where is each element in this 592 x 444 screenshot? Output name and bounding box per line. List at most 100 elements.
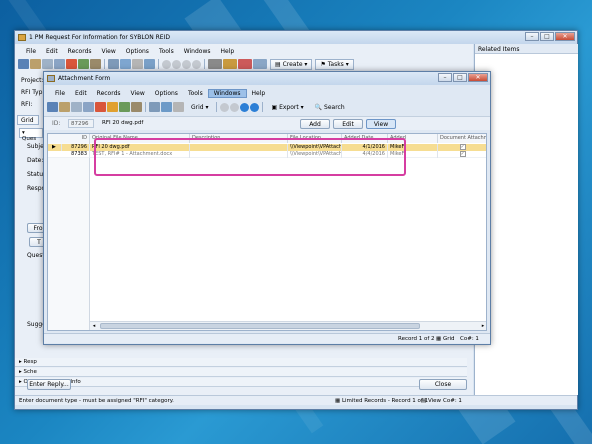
- main-menu-edit[interactable]: Edit: [41, 48, 63, 55]
- last-record-icon[interactable]: [192, 59, 201, 69]
- main-title-bar: 1 PM Request For Information for SYBLON …: [15, 31, 577, 44]
- main-toolbar: ▤ Create ▾ ⚑ Tasks ▾: [15, 57, 473, 71]
- attach-menu-file[interactable]: File: [50, 90, 70, 97]
- scroll-right-icon[interactable]: ▸: [479, 322, 486, 330]
- attach-menu-windows[interactable]: Windows: [207, 88, 247, 98]
- main-menu-tools[interactable]: Tools: [154, 48, 179, 55]
- attachment-title-bar: Attachment Form: [44, 72, 490, 85]
- attach-refresh-icon[interactable]: [119, 102, 130, 112]
- main-menu-bar: File Edit Records View Options Tools Win…: [15, 46, 473, 56]
- attach-print-icon[interactable]: [173, 102, 184, 112]
- main-menu-records[interactable]: Records: [63, 48, 97, 55]
- cell-id[interactable]: 87296: [62, 144, 90, 151]
- refresh-icon[interactable]: [78, 59, 89, 69]
- pm-icon[interactable]: [223, 59, 237, 69]
- attach-menu-help[interactable]: Help: [247, 90, 271, 97]
- folder-icon[interactable]: [30, 59, 41, 69]
- main-menu-view[interactable]: View: [97, 48, 121, 55]
- new-record-icon[interactable]: [18, 59, 29, 69]
- tab-grid[interactable]: Grid: [17, 115, 39, 125]
- section-schedule[interactable]: ▸ Sche: [15, 368, 467, 377]
- section-other-reference[interactable]: ▸ Other Reference Info: [15, 378, 467, 387]
- save-icon[interactable]: [54, 59, 65, 69]
- close-button[interactable]: Close: [419, 379, 467, 390]
- attachment-minimize-button[interactable]: –: [438, 73, 452, 82]
- main-menu-file[interactable]: File: [21, 48, 41, 55]
- main-menu-help[interactable]: Help: [216, 48, 240, 55]
- attach-file-field[interactable]: RFI 20 dwg.pdf: [100, 119, 230, 128]
- cell-document-attachment[interactable]: ✓: [438, 144, 486, 151]
- prev-record-icon[interactable]: [172, 59, 181, 69]
- attachment-icon[interactable]: [208, 59, 222, 69]
- attach-menu-tools[interactable]: Tools: [183, 90, 208, 97]
- attach-folder-icon[interactable]: [59, 102, 70, 112]
- close-window-button[interactable]: ✕: [555, 32, 575, 41]
- attach-id-field[interactable]: 87296: [68, 119, 94, 128]
- rfi-type-label: RFI Typ: [21, 89, 43, 96]
- attach-find-icon[interactable]: [131, 102, 142, 112]
- attach-grid-button[interactable]: Grid ▾: [187, 103, 213, 112]
- grid-icon[interactable]: [108, 59, 119, 69]
- attach-first-icon[interactable]: [219, 102, 229, 112]
- spell-icon[interactable]: [144, 59, 155, 69]
- horizontal-scrollbar[interactable]: ◂ ▸: [90, 321, 486, 330]
- first-record-icon[interactable]: [162, 59, 171, 69]
- find-icon[interactable]: [90, 59, 101, 69]
- tasks-label: Tasks: [327, 60, 344, 68]
- main-menu-windows[interactable]: Windows: [179, 48, 216, 55]
- attach-export-button[interactable]: ▣ Export ▾: [268, 103, 308, 112]
- subject-label: Subje: [27, 143, 44, 150]
- attach-menu-options[interactable]: Options: [150, 90, 183, 97]
- main-menu-options[interactable]: Options: [121, 48, 154, 55]
- attach-form-icon[interactable]: [161, 102, 172, 112]
- attach-menu-view[interactable]: View: [126, 90, 150, 97]
- attach-menu-records[interactable]: Records: [92, 90, 126, 97]
- tasks-button[interactable]: ⚑ Tasks ▾: [315, 58, 354, 70]
- print-icon[interactable]: [132, 59, 143, 69]
- date-label: Date:: [27, 157, 44, 164]
- edit-button[interactable]: Edit: [333, 119, 363, 129]
- col-header-document-attachment[interactable]: Document Attachme: [438, 134, 486, 143]
- tab-question[interactable]: ▾ Ques: [19, 128, 43, 142]
- create-button[interactable]: ▤ Create ▾: [270, 58, 313, 70]
- cell-document-attachment[interactable]: ✓: [438, 151, 486, 158]
- attach-prev-icon[interactable]: [229, 102, 239, 112]
- attach-status-grid-text: Grid: [442, 336, 455, 342]
- checkbox-icon[interactable]: ✓: [459, 144, 466, 150]
- attachment-close-window-button[interactable]: ✕: [468, 73, 488, 82]
- attach-last-icon[interactable]: [249, 102, 259, 112]
- attach-save-icon[interactable]: [83, 102, 94, 112]
- notes-icon[interactable]: [253, 59, 267, 69]
- attach-delete-icon[interactable]: [95, 102, 106, 112]
- attach-search-button[interactable]: 🔍 Search: [311, 103, 349, 112]
- attach-status-company: Co#: 1: [460, 336, 479, 342]
- next-record-icon[interactable]: [182, 59, 191, 69]
- cell-id[interactable]: 87383: [62, 151, 90, 158]
- minimize-button[interactable]: –: [525, 32, 539, 41]
- maximize-button[interactable]: □: [540, 32, 554, 41]
- attachment-maximize-button[interactable]: □: [453, 73, 467, 82]
- attach-next-icon[interactable]: [239, 102, 249, 112]
- section-response[interactable]: ▸ Resp: [15, 358, 467, 367]
- markup-icon[interactable]: [238, 59, 252, 69]
- attach-copy-icon[interactable]: [71, 102, 82, 112]
- export-icon[interactable]: [120, 59, 131, 69]
- delete-icon[interactable]: [66, 59, 77, 69]
- attach-grid-view-icon[interactable]: [149, 102, 160, 112]
- main-status-message: Enter document type - must be assigned "…: [19, 398, 174, 404]
- enter-reply-button[interactable]: Enter Reply...: [27, 379, 71, 390]
- copy-icon[interactable]: [42, 59, 53, 69]
- attach-status-record: Record 1 of 2: [398, 336, 435, 342]
- col-header-id[interactable]: ID: [48, 134, 90, 143]
- checkbox-icon[interactable]: ✓: [459, 151, 466, 157]
- scroll-left-icon[interactable]: ◂: [90, 322, 98, 330]
- attach-new-icon[interactable]: [47, 102, 58, 112]
- attach-undo-icon[interactable]: [107, 102, 118, 112]
- section-response-label: Resp: [23, 359, 37, 365]
- scrollbar-thumb[interactable]: [100, 323, 420, 329]
- attach-menu-edit[interactable]: Edit: [70, 90, 92, 97]
- view-button[interactable]: View: [366, 119, 396, 129]
- main-window-controls: – □ ✕: [525, 32, 575, 42]
- add-button[interactable]: Add: [300, 119, 330, 129]
- project-label: Project:: [21, 77, 44, 84]
